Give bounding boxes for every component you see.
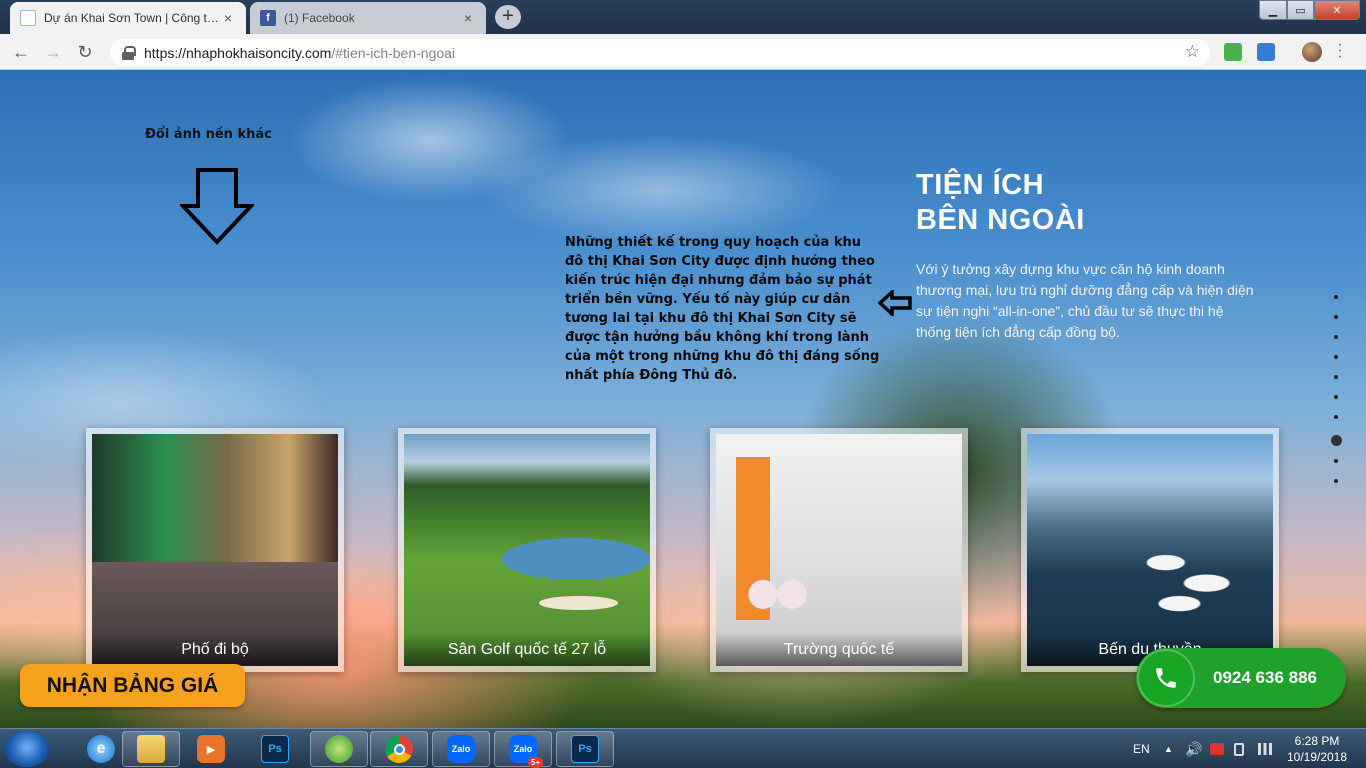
marina-photo: Bến du thuyền bbox=[1027, 434, 1273, 666]
more-menu-icon[interactable]: · · · bbox=[1335, 37, 1345, 65]
url-host: https://nhaphokhaisoncity.com bbox=[144, 44, 332, 61]
reload-icon[interactable]: ↻ bbox=[74, 41, 96, 63]
school-photo: Trường quốc tế bbox=[716, 434, 962, 666]
section-dot[interactable] bbox=[1334, 479, 1338, 483]
page-icon bbox=[20, 10, 36, 26]
tab-facebook[interactable]: f (1) Facebook × bbox=[250, 2, 486, 34]
chrome-icon[interactable] bbox=[370, 731, 428, 767]
window-close-button[interactable]: ✕ bbox=[1314, 0, 1360, 20]
media-player-icon[interactable]: ▶ bbox=[182, 731, 240, 767]
show-hidden-icons-icon[interactable]: ▲ bbox=[1164, 729, 1173, 768]
phone-number: 0924 636 886 bbox=[1213, 668, 1317, 687]
system-clock[interactable]: 6:28 PM 10/19/2018 bbox=[1282, 733, 1352, 765]
tab-khai-son[interactable]: Dự án Khai Sơn Town | Công ty C × bbox=[10, 2, 246, 34]
tab-strip: Dự án Khai Sơn Town | Công ty C × f (1) … bbox=[0, 0, 1366, 34]
section-dot-active[interactable] bbox=[1331, 435, 1342, 446]
down-arrow-icon bbox=[180, 168, 254, 245]
walking-street-photo: Phố đi bộ bbox=[92, 434, 338, 666]
section-dot[interactable] bbox=[1334, 415, 1338, 419]
phone-call-button[interactable]: 0924 636 886 bbox=[1136, 648, 1346, 708]
profile-avatar[interactable] bbox=[1302, 42, 1322, 62]
bookmark-star-icon[interactable]: ☆ bbox=[1185, 42, 1200, 62]
network-icon[interactable] bbox=[1210, 729, 1224, 768]
amenity-card-marina[interactable]: Bến du thuyền bbox=[1021, 428, 1279, 672]
browser-toolbar: ← → ↻ https://nhaphokhaisoncity.com /#ti… bbox=[0, 34, 1366, 70]
phone-icon bbox=[1137, 649, 1195, 707]
zalo-label: Zalo bbox=[513, 744, 533, 754]
language-indicator[interactable]: EN bbox=[1133, 729, 1150, 768]
get-price-button[interactable]: NHẬN BẢNG GIÁ bbox=[20, 664, 245, 707]
signal-icon[interactable] bbox=[1258, 729, 1272, 768]
section-title-line2: BÊN NGOÀI bbox=[916, 204, 1085, 236]
card-label: Sân Golf quốc tế 27 lỗ bbox=[404, 633, 650, 666]
start-button[interactable] bbox=[4, 731, 50, 767]
power-icon[interactable] bbox=[1234, 729, 1244, 768]
photoshop-icon[interactable]: Ps bbox=[246, 731, 304, 767]
close-icon[interactable]: × bbox=[220, 10, 236, 26]
windows-taskbar: e ▶ Ps Zalo Zalo 5+ Ps EN ▲ 🔊 6:28 PM 10… bbox=[0, 728, 1366, 768]
tab-title: Dự án Khai Sơn Town | Công ty C bbox=[44, 11, 220, 25]
section-title-line1: TIỆN ÍCH bbox=[916, 169, 1045, 201]
extension-icon[interactable] bbox=[1257, 43, 1275, 61]
section-title: TIỆN ÍCH BÊN NGOÀI bbox=[916, 168, 1085, 238]
left-arrow-icon bbox=[878, 290, 912, 316]
section-dot[interactable] bbox=[1334, 395, 1338, 399]
lock-icon bbox=[122, 45, 136, 60]
coc-coc-icon[interactable] bbox=[310, 731, 368, 767]
tab-title: (1) Facebook bbox=[284, 11, 355, 25]
page-content: Đổi ảnh nền khác Những thiết kế trong qu… bbox=[0, 70, 1366, 728]
forward-arrow-icon[interactable]: → bbox=[42, 41, 64, 63]
amenity-card-school[interactable]: Trường quốc tế bbox=[710, 428, 968, 672]
clock-date: 10/19/2018 bbox=[1286, 750, 1348, 764]
extension-icon[interactable] bbox=[1224, 43, 1242, 61]
minimize-button[interactable]: ▁ bbox=[1259, 0, 1287, 20]
file-explorer-icon[interactable] bbox=[122, 731, 180, 767]
clock-time: 6:28 PM bbox=[1294, 734, 1340, 748]
volume-icon[interactable]: 🔊 bbox=[1185, 729, 1202, 768]
section-dot[interactable] bbox=[1334, 355, 1338, 359]
address-bar[interactable]: https://nhaphokhaisoncity.com /#tien-ich… bbox=[110, 39, 1210, 66]
amenity-card-street[interactable]: Phố đi bộ bbox=[86, 428, 344, 672]
new-tab-button[interactable]: + bbox=[495, 5, 521, 29]
url-path: /#tien-ich-ben-ngoai bbox=[331, 44, 456, 61]
section-dot[interactable] bbox=[1334, 459, 1338, 463]
section-dot-nav bbox=[1331, 295, 1342, 499]
maximize-button[interactable]: ▭ bbox=[1287, 0, 1314, 20]
facebook-icon: f bbox=[260, 10, 276, 26]
zalo-icon[interactable]: Zalo bbox=[432, 731, 490, 767]
zalo-icon[interactable]: Zalo 5+ bbox=[494, 731, 552, 768]
hint-text: Đổi ảnh nền khác bbox=[145, 127, 272, 142]
golf-course-photo: Sân Golf quốc tế 27 lỗ bbox=[404, 434, 650, 666]
description-text: Những thiết kế trong quy hoạch của khu đ… bbox=[565, 235, 880, 383]
section-description: Với ý tưởng xây dựng khu vực căn hộ kinh… bbox=[916, 261, 1254, 340]
section-dot[interactable] bbox=[1334, 295, 1338, 299]
card-label: Phố đi bộ bbox=[92, 633, 338, 666]
photoshop-icon[interactable]: Ps bbox=[556, 731, 614, 767]
zalo-badge: 5+ bbox=[527, 757, 543, 768]
back-arrow-icon[interactable]: ← bbox=[10, 41, 32, 63]
amenity-card-golf[interactable]: Sân Golf quốc tế 27 lỗ bbox=[398, 428, 656, 672]
section-dot[interactable] bbox=[1334, 315, 1338, 319]
section-dot[interactable] bbox=[1334, 335, 1338, 339]
card-label: Trường quốc tế bbox=[716, 633, 962, 666]
section-dot[interactable] bbox=[1334, 375, 1338, 379]
close-icon[interactable]: × bbox=[460, 10, 476, 26]
